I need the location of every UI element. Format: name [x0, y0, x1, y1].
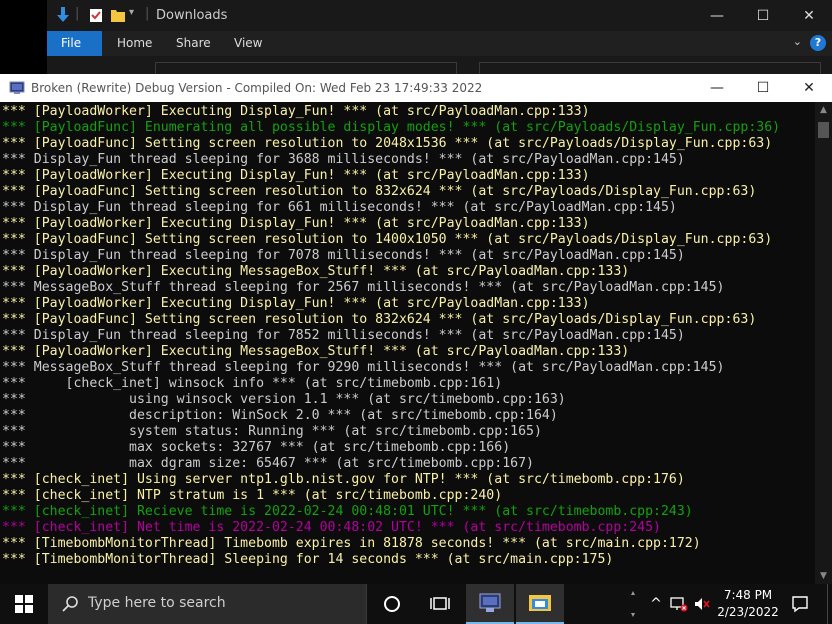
- console-title: Broken (Rewrite) Debug Version - Compile…: [31, 81, 483, 95]
- action-center-button[interactable]: [786, 584, 814, 624]
- console-close-button[interactable]: ✕: [786, 74, 832, 102]
- notification-icon: [792, 596, 808, 613]
- cortana-button[interactable]: [370, 584, 414, 624]
- help-icon[interactable]: ?: [810, 35, 826, 51]
- console-scrollbar[interactable]: ▲ ▼: [815, 102, 832, 584]
- download-arrow-icon: [57, 7, 69, 22]
- volume-muted-icon: [695, 598, 710, 610]
- console-minimize-button[interactable]: —: [694, 74, 740, 102]
- console-line: *** [PayloadFunc] Setting screen resolut…: [2, 136, 773, 151]
- console-line: *** [TimebombMonitorThread] Timebomb exp…: [2, 536, 701, 551]
- tab-view[interactable]: View: [220, 31, 276, 56]
- console-line: *** MessageBox_Stuff thread sleeping for…: [2, 360, 725, 375]
- console-line: *** [check_inet] Net time is 2022-02-24 …: [2, 520, 661, 535]
- scroll-up-icon[interactable]: ▲: [815, 102, 832, 118]
- console-line: *** [PayloadFunc] Setting screen resolut…: [2, 184, 757, 199]
- console-line: *** [PayloadWorker] Executing Display_Fu…: [2, 296, 590, 311]
- console-line: *** max sockets: 32767 *** (at src/timeb…: [2, 440, 511, 455]
- task-view-icon: [430, 597, 450, 610]
- taskbar-app-explorer[interactable]: [516, 584, 564, 624]
- console-line: *** [check_inet] NTP stratum is 1 *** (a…: [2, 488, 503, 503]
- search-icon: [62, 596, 78, 612]
- console-line: *** [PayloadWorker] Executing MessageBox…: [2, 264, 630, 279]
- console-line: *** Display_Fun thread sleeping for 3688…: [2, 152, 685, 167]
- console-output[interactable]: *** [PayloadWorker] Executing Display_Fu…: [2, 104, 814, 584]
- start-button[interactable]: [0, 584, 48, 624]
- show-desktop-button[interactable]: [827, 584, 832, 624]
- volume-tray-button[interactable]: [692, 584, 712, 624]
- taskbar-app-broken[interactable]: [466, 584, 514, 624]
- console-line: *** using winsock version 1.1 *** (at sr…: [2, 392, 566, 407]
- console-line: *** [PayloadFunc] Enumerating all possib…: [2, 120, 781, 135]
- explorer-ribbon: File Home Share View ⌄ ?: [47, 31, 832, 56]
- explorer-titlebar[interactable]: | ▾ | Downloads — ☐ ✕: [47, 0, 832, 31]
- tab-home[interactable]: Home: [103, 31, 166, 56]
- console-titlebar[interactable]: Broken (Rewrite) Debug Version - Compile…: [0, 74, 832, 102]
- console-line: *** [PayloadWorker] Executing Display_Fu…: [2, 216, 590, 231]
- console-line: *** [check_inet] Recieve time is 2022-02…: [2, 504, 693, 519]
- scroll-thumb[interactable]: [818, 122, 829, 138]
- network-disconnected-icon: [670, 597, 688, 612]
- folder-icon[interactable]: [111, 7, 125, 23]
- scroll-down-icon[interactable]: ▼: [815, 568, 832, 584]
- show-hidden-icons-button[interactable]: ^: [646, 584, 666, 624]
- taskbar-scroll-icon: [631, 591, 635, 617]
- explorer-title: Downloads: [156, 8, 228, 23]
- titlebar-separator-2: |: [145, 6, 150, 21]
- explorer-address-row: [47, 56, 832, 75]
- cortana-circle-icon: [384, 596, 400, 612]
- console-line: *** Display_Fun thread sleeping for 7852…: [2, 328, 685, 343]
- broken-app-icon: [479, 593, 501, 612]
- explorer-minimize-button[interactable]: —: [694, 0, 740, 31]
- console-line: *** [PayloadFunc] Setting screen resolut…: [2, 232, 773, 247]
- clock-date: 2/23/2022: [717, 605, 779, 619]
- taskbar-search[interactable]: Type here to search: [48, 584, 367, 624]
- quick-access-dropdown-icon[interactable]: ▾: [129, 7, 134, 18]
- task-view-button[interactable]: [418, 584, 462, 624]
- console-line: *** [PayloadWorker] Executing Display_Fu…: [2, 104, 590, 119]
- clock-time: 7:48 PM: [723, 588, 773, 602]
- system-clock[interactable]: 7:48 PM 2/23/2022: [712, 587, 784, 621]
- console-line: *** [TimebombMonitorThread] Sleeping for…: [2, 552, 614, 567]
- console-window: Broken (Rewrite) Debug Version - Compile…: [0, 74, 832, 584]
- console-line: *** [check_inet] winsock info *** (at sr…: [2, 376, 503, 391]
- console-line: *** [PayloadWorker] Executing Display_Fu…: [2, 168, 590, 183]
- tab-share[interactable]: Share: [162, 31, 225, 56]
- console-line: *** [PayloadFunc] Setting screen resolut…: [2, 312, 757, 327]
- console-line: *** Display_Fun thread sleeping for 661 …: [2, 200, 677, 215]
- explorer-maximize-button[interactable]: ☐: [740, 0, 786, 31]
- console-line: *** description: WinSock 2.0 *** (at src…: [2, 408, 558, 423]
- tab-file[interactable]: File: [47, 31, 102, 56]
- console-line: *** max dgram size: 65467 *** (at src/ti…: [2, 456, 534, 471]
- file-explorer-icon: [529, 595, 551, 611]
- console-line: *** [check_inet] Using server ntp1.glb.n…: [2, 472, 685, 487]
- properties-icon[interactable]: [89, 7, 103, 23]
- console-line: *** [PayloadWorker] Executing MessageBox…: [2, 344, 630, 359]
- console-maximize-button[interactable]: ☐: [740, 74, 786, 102]
- console-line: *** MessageBox_Stuff thread sleeping for…: [2, 280, 725, 295]
- taskbar-scroll-indicator: [626, 584, 640, 624]
- console-line: *** system status: Running *** (at src/t…: [2, 424, 542, 439]
- explorer-window: | ▾ | Downloads — ☐ ✕ File Home Share Vi…: [47, 0, 832, 75]
- app-icon: [9, 81, 25, 94]
- explorer-close-button[interactable]: ✕: [786, 0, 832, 31]
- windows-logo-icon: [15, 595, 33, 613]
- console-line: *** Display_Fun thread sleeping for 7078…: [2, 248, 685, 263]
- taskbar: Type here to search ^ 7:48 PM 2/23/2022: [0, 584, 832, 624]
- network-tray-button[interactable]: [668, 584, 690, 624]
- ribbon-expand-icon[interactable]: ⌄: [793, 35, 802, 48]
- titlebar-separator: |: [75, 6, 80, 21]
- search-placeholder: Type here to search: [88, 595, 226, 611]
